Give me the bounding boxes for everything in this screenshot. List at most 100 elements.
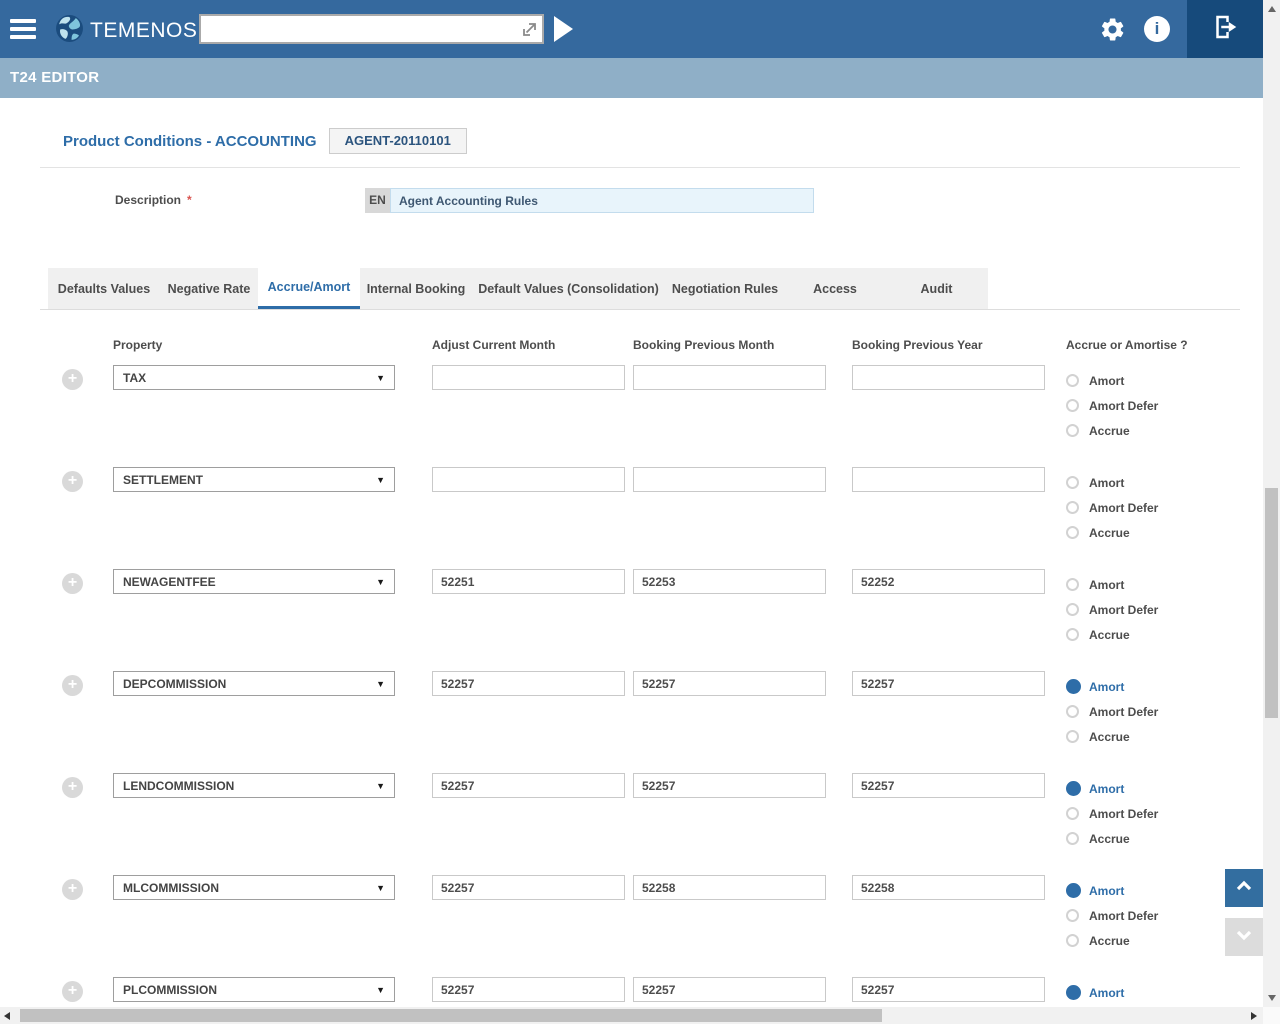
radio-option-amort[interactable]: Amort <box>1066 674 1158 699</box>
scrollbar-left-arrow-icon[interactable] <box>4 1012 10 1020</box>
booking-previous-month-input[interactable] <box>633 569 826 594</box>
radio-option-amort-defer[interactable]: Amort Defer <box>1066 393 1158 418</box>
adjust-current-month-input[interactable] <box>432 671 625 696</box>
radio-option-amort-defer[interactable]: Amort Defer <box>1066 495 1158 520</box>
booking-previous-month-input[interactable] <box>633 467 826 492</box>
add-row-button[interactable]: + <box>62 675 83 696</box>
scroll-to-bottom-button[interactable] <box>1225 918 1263 956</box>
radio-option-amort-defer[interactable]: Amort Defer <box>1066 903 1158 928</box>
adjust-current-month-input[interactable] <box>432 875 625 900</box>
radio-option-amort[interactable]: Amort <box>1066 470 1158 495</box>
property-select[interactable]: PLCOMMISSION ▼ <box>113 977 395 1002</box>
radio-option-amort[interactable]: Amort <box>1066 776 1158 801</box>
property-select[interactable]: LENDCOMMISSION ▼ <box>113 773 395 798</box>
vertical-scrollbar-thumb[interactable] <box>1265 488 1278 718</box>
radio-option-accrue[interactable]: Accrue <box>1066 724 1158 749</box>
booking-previous-month-input[interactable] <box>633 977 826 1002</box>
radio-option-accrue[interactable]: Accrue <box>1066 622 1158 647</box>
column-header-accrue-or-amortise: Accrue or Amortise ? <box>1066 338 1188 352</box>
accrue-or-amortise-radio-group: Amort Amort Defer Accrue <box>1066 572 1158 647</box>
settings-icon[interactable] <box>1099 16 1126 48</box>
property-select[interactable]: TAX ▼ <box>113 365 395 390</box>
radio-label: Accrue <box>1089 526 1130 540</box>
radio-circle-icon <box>1066 730 1079 743</box>
add-row-button[interactable]: + <box>62 777 83 798</box>
chevron-down-icon: ▼ <box>376 475 385 485</box>
radio-label: Amort Defer <box>1089 705 1158 719</box>
radio-option-amort[interactable]: Amort <box>1066 572 1158 597</box>
booking-previous-year-input[interactable] <box>852 467 1045 492</box>
goto-icon[interactable] <box>521 20 539 38</box>
property-select[interactable]: MLCOMMISSION ▼ <box>113 875 395 900</box>
radio-option-accrue[interactable]: Accrue <box>1066 826 1158 851</box>
tab-negative-rate[interactable]: Negative Rate <box>160 268 258 310</box>
tab-access[interactable]: Access <box>785 268 885 310</box>
vertical-scrollbar[interactable] <box>1263 0 1280 1007</box>
radio-option-amort-defer[interactable]: Amort Defer <box>1066 597 1158 622</box>
scrollbar-right-arrow-icon[interactable] <box>1251 1012 1257 1020</box>
booking-previous-month-input[interactable] <box>633 773 826 798</box>
command-search-input[interactable] <box>199 14 544 44</box>
run-icon[interactable] <box>554 16 573 42</box>
sign-out-button[interactable] <box>1187 0 1263 58</box>
radio-option-accrue[interactable]: Accrue <box>1066 520 1158 545</box>
chevron-down-icon: ▼ <box>376 883 385 893</box>
booking-previous-year-input[interactable] <box>852 977 1045 1002</box>
booking-previous-year-input[interactable] <box>852 671 1045 696</box>
adjust-current-month-input[interactable] <box>432 569 625 594</box>
add-row-button[interactable]: + <box>62 981 83 1002</box>
add-row-button[interactable]: + <box>62 879 83 900</box>
adjust-current-month-input[interactable] <box>432 977 625 1002</box>
chevron-down-icon: ▼ <box>376 679 385 689</box>
tab-audit[interactable]: Audit <box>885 268 988 310</box>
booking-previous-month-input[interactable] <box>633 671 826 696</box>
booking-previous-year-input[interactable] <box>852 773 1045 798</box>
property-select[interactable]: DEPCOMMISSION ▼ <box>113 671 395 696</box>
main-content: Product Conditions - ACCOUNTING AGENT-20… <box>0 98 1263 1007</box>
tab-internal-booking[interactable]: Internal Booking <box>360 268 472 310</box>
grid-row: + MLCOMMISSION ▼ Amort Amort Defer Accru… <box>0 875 1263 977</box>
property-select[interactable]: SETTLEMENT ▼ <box>113 467 395 492</box>
radio-option-amort[interactable]: Amort <box>1066 980 1158 1005</box>
info-icon[interactable]: i <box>1144 16 1170 42</box>
horizontal-scrollbar-thumb[interactable] <box>20 1009 882 1022</box>
scrollbar-down-arrow-icon[interactable] <box>1268 995 1276 1001</box>
radio-option-amort-defer[interactable]: Amort Defer <box>1066 699 1158 724</box>
tab-defaults-values[interactable]: Defaults Values <box>48 268 160 310</box>
add-row-button[interactable]: + <box>62 573 83 594</box>
scroll-to-top-button[interactable] <box>1225 869 1263 907</box>
booking-previous-year-input[interactable] <box>852 875 1045 900</box>
module-header: T24 EDITOR <box>0 58 1263 98</box>
add-row-button[interactable]: + <box>62 369 83 390</box>
tab-accrue-amort[interactable]: Accrue/Amort <box>258 268 360 310</box>
radio-option-amort[interactable]: Amort <box>1066 878 1158 903</box>
booking-previous-year-input[interactable] <box>852 365 1045 390</box>
adjust-current-month-input[interactable] <box>432 773 625 798</box>
radio-label: Amort <box>1089 986 1124 1000</box>
property-select-value: PLCOMMISSION <box>123 983 217 997</box>
scrollbar-corner <box>1263 1007 1280 1024</box>
booking-previous-month-input[interactable] <box>633 875 826 900</box>
radio-option-accrue[interactable]: Accrue <box>1066 418 1158 443</box>
grid-row: + SETTLEMENT ▼ Amort Amort Defer Accrue <box>0 467 1263 569</box>
adjust-current-month-input[interactable] <box>432 365 625 390</box>
horizontal-scrollbar[interactable] <box>0 1007 1263 1024</box>
grid-row: + DEPCOMMISSION ▼ Amort Amort Defer Accr… <box>0 671 1263 773</box>
booking-previous-month-input[interactable] <box>633 365 826 390</box>
menu-icon[interactable] <box>10 19 36 43</box>
radio-circle-icon <box>1066 883 1081 898</box>
add-row-button[interactable]: + <box>62 471 83 492</box>
grid-rows: + TAX ▼ Amort Amort Defer Accrue + SETTL… <box>0 365 1263 1007</box>
radio-option-amort[interactable]: Amort <box>1066 368 1158 393</box>
scrollbar-up-arrow-icon[interactable] <box>1268 6 1276 12</box>
adjust-current-month-input[interactable] <box>432 467 625 492</box>
radio-option-amort-defer[interactable]: Amort Defer <box>1066 801 1158 826</box>
tab-default-values-consolidation-[interactable]: Default Values (Consolidation) <box>472 268 665 310</box>
tab-negotiation-rules[interactable]: Negotiation Rules <box>665 268 785 310</box>
radio-circle-icon <box>1066 985 1081 1000</box>
booking-previous-year-input[interactable] <box>852 569 1045 594</box>
property-select[interactable]: NEWAGENTFEE ▼ <box>113 569 395 594</box>
radio-circle-icon <box>1066 501 1079 514</box>
description-field[interactable] <box>390 188 814 213</box>
radio-option-accrue[interactable]: Accrue <box>1066 928 1158 953</box>
